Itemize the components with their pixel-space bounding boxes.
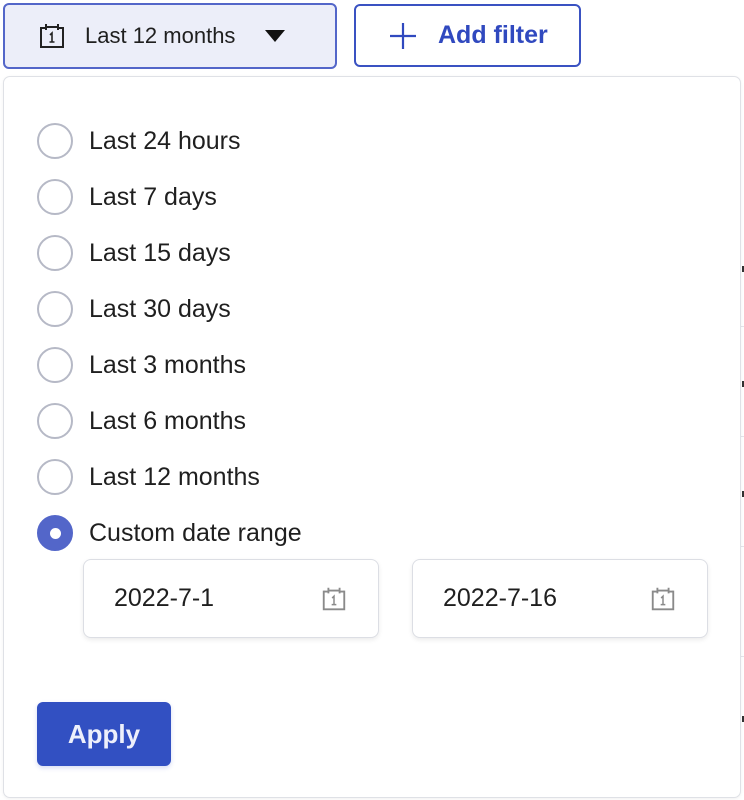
date-range-dropdown-panel: Last 24 hours Last 7 days Last 15 days L… xyxy=(3,76,741,798)
option-label: Last 24 hours xyxy=(89,126,241,155)
apply-button[interactable]: Apply xyxy=(37,702,171,766)
calendar-icon[interactable] xyxy=(320,585,348,613)
option-last-7-days[interactable]: Last 7 days xyxy=(37,169,302,225)
start-date-input[interactable]: 2022-7-1 xyxy=(83,559,379,638)
plus-icon xyxy=(390,22,416,49)
option-custom-date-range[interactable]: Custom date range xyxy=(37,505,302,561)
option-last-15-days[interactable]: Last 15 days xyxy=(37,225,302,281)
option-label: Last 6 months xyxy=(89,406,247,435)
calendar-icon[interactable] xyxy=(649,585,677,613)
option-last-6-months[interactable]: Last 6 months xyxy=(37,393,302,449)
option-label: Last 12 months xyxy=(89,462,260,491)
option-last-30-days[interactable]: Last 30 days xyxy=(37,281,302,337)
add-filter-label: Add filter xyxy=(438,21,548,49)
option-label: Last 3 months xyxy=(89,350,247,379)
option-label: Custom date range xyxy=(89,518,302,547)
end-date-input[interactable]: 2022-7-16 xyxy=(412,559,708,638)
radio-button[interactable] xyxy=(37,291,73,327)
date-range-label: Last 12 months xyxy=(85,23,236,48)
date-filter-screen: Last 12 months Add filter Last 24 hours … xyxy=(0,0,744,800)
option-label: Last 30 days xyxy=(89,294,231,323)
option-label: Last 15 days xyxy=(89,238,231,267)
radio-button[interactable] xyxy=(37,347,73,383)
start-date-value: 2022-7-1 xyxy=(114,584,215,612)
calendar-icon xyxy=(40,24,64,48)
end-date-value: 2022-7-16 xyxy=(443,584,557,612)
date-range-options: Last 24 hours Last 7 days Last 15 days L… xyxy=(37,113,302,561)
add-filter-button[interactable]: Add filter xyxy=(354,4,581,67)
radio-button[interactable] xyxy=(37,459,73,495)
radio-button[interactable] xyxy=(37,179,73,215)
option-last-24-hours[interactable]: Last 24 hours xyxy=(37,113,302,169)
radio-button[interactable] xyxy=(37,235,73,271)
caret-down-icon xyxy=(265,30,286,42)
radio-button[interactable] xyxy=(37,123,73,159)
option-label: Last 7 days xyxy=(89,182,217,211)
date-range-dropdown-trigger[interactable]: Last 12 months xyxy=(3,3,337,69)
radio-button-selected[interactable] xyxy=(37,515,73,551)
option-last-3-months[interactable]: Last 3 months xyxy=(37,337,302,393)
option-last-12-months[interactable]: Last 12 months xyxy=(37,449,302,505)
radio-button[interactable] xyxy=(37,403,73,439)
